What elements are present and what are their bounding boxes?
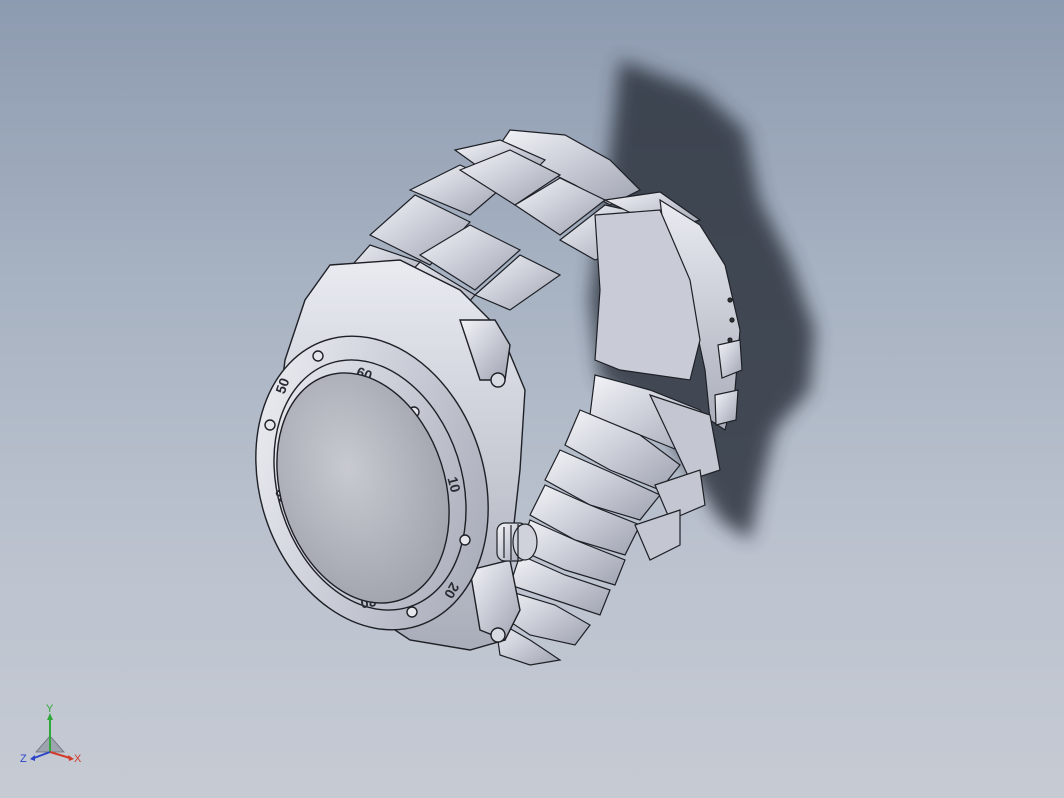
x-axis-label: X	[74, 753, 82, 765]
view-orientation-triad[interactable]: Y X Z	[14, 700, 94, 780]
z-axis-arrow	[33, 751, 51, 759]
y-axis-label: Y	[46, 703, 54, 715]
graphics-viewport[interactable]: 60 10 20 30 40 50 Y X Z	[0, 0, 1064, 798]
lower-bracelet[interactable]	[494, 374, 721, 666]
watch-crown[interactable]	[496, 522, 538, 562]
x-axis-arrow	[49, 751, 71, 759]
watch-model-view[interactable]: 60 10 20 30 40 50	[0, 0, 1064, 798]
z-axis-label: Z	[20, 753, 27, 765]
z-axis-arrowhead	[30, 755, 35, 761]
